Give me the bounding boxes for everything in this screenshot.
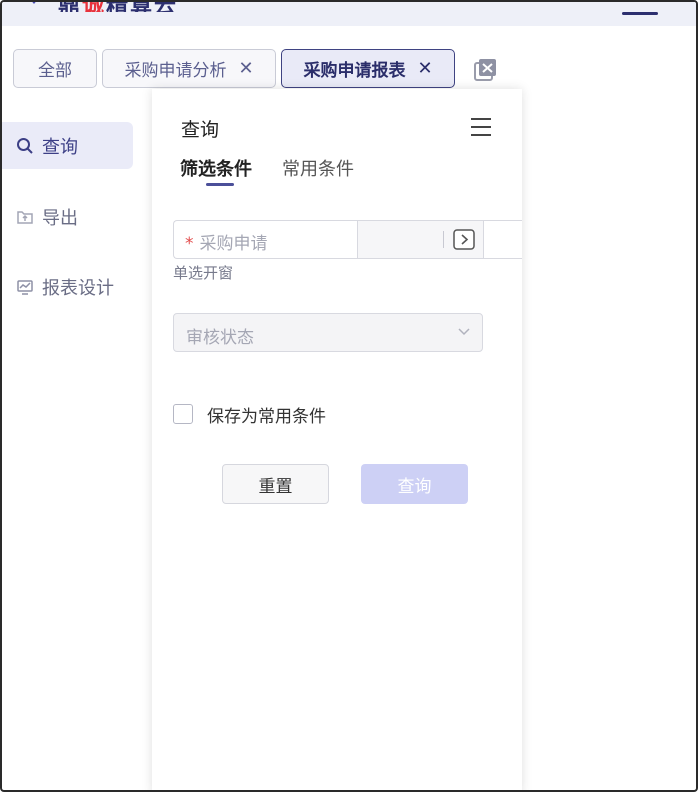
active-tab-indicator — [206, 183, 234, 186]
search-icon — [16, 137, 34, 155]
close-icon[interactable]: ✕ — [238, 58, 253, 79]
export-icon — [16, 208, 34, 226]
tab-purchase-request-analysis[interactable]: 采购申请分析 ✕ — [102, 49, 276, 88]
query-panel: 查询 筛选条件 常用条件 * 采购申请 单选开窗 审核状态 保存为常用条件 重置 … — [152, 89, 522, 790]
divider — [483, 221, 484, 258]
sidebar-item-report-design[interactable]: 报表设计 — [2, 263, 133, 310]
logo-text: 鼎诚精算云 — [58, 2, 178, 12]
panel-title: 查询 — [181, 119, 220, 141]
tab-label: 采购申请报表 — [303, 61, 406, 81]
tab-label: 采购申请分析 — [124, 61, 227, 81]
close-icon[interactable]: ✕ — [417, 58, 432, 79]
reset-button[interactable]: 重置 — [222, 464, 329, 504]
chevron-down-icon — [458, 328, 470, 336]
hamburger-menu-icon[interactable] — [471, 118, 491, 136]
sidebar-item-label: 查询 — [42, 136, 78, 158]
save-common-conditions-checkbox[interactable] — [173, 404, 193, 424]
tab-purchase-request-report[interactable]: 采购申请报表 ✕ — [281, 49, 455, 88]
sidebar-item-label: 导出 — [42, 207, 78, 229]
tab-common-conditions[interactable]: 常用条件 — [282, 155, 354, 181]
logo[interactable]: 鼎诚精算云 — [22, 2, 212, 12]
checkbox-label[interactable]: 保存为常用条件 — [207, 402, 326, 427]
top-menu-indicator[interactable] — [622, 12, 658, 15]
tab-all[interactable]: 全部 — [13, 49, 97, 88]
app-window: 鼎诚精算云 全部 采购申请分析 ✕ 采购申请报表 ✕ 查询 导出 — [0, 0, 698, 792]
review-status-select[interactable]: 审核状态 — [173, 313, 483, 352]
top-header: 鼎诚精算云 — [2, 2, 696, 26]
tab-label: 全部 — [38, 61, 72, 81]
field-placeholder: 采购申请 — [199, 234, 268, 254]
report-design-icon — [16, 278, 34, 296]
sidebar-item-query[interactable]: 查询 — [2, 122, 133, 169]
select-placeholder: 审核状态 — [186, 328, 254, 348]
tab-filter-conditions[interactable]: 筛选条件 — [180, 155, 252, 181]
logo-mark-icon — [32, 2, 36, 4]
field-hint: 单选开窗 — [173, 264, 234, 282]
query-button[interactable]: 查询 — [361, 464, 468, 504]
sidebar-item-label: 报表设计 — [42, 277, 114, 299]
purchase-request-label: * 采购申请 — [185, 229, 268, 254]
required-mark: * — [185, 234, 194, 254]
divider — [443, 231, 444, 248]
open-window-icon[interactable] — [453, 229, 475, 250]
close-all-tabs-icon[interactable] — [472, 57, 498, 83]
sidebar-item-export[interactable]: 导出 — [2, 193, 133, 240]
purchase-request-field[interactable]: * 采购申请 — [173, 220, 522, 259]
